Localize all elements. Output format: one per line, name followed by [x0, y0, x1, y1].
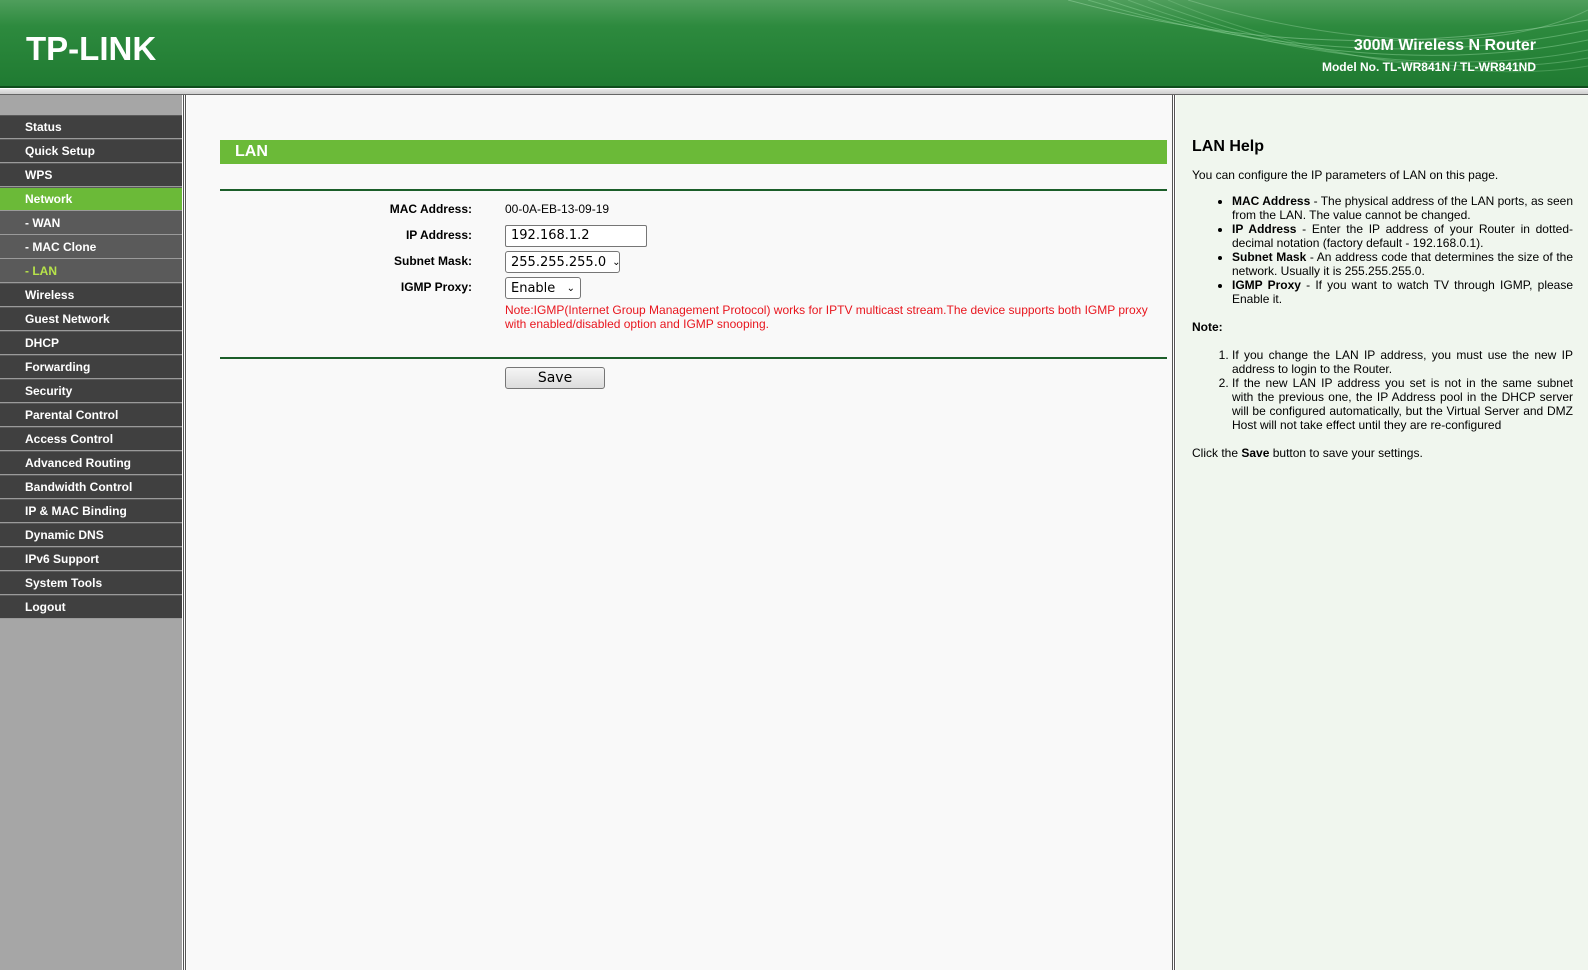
sidebar-item-ipv6-support[interactable]: IPv6 Support	[0, 547, 182, 571]
sidebar-item-logout[interactable]: Logout	[0, 595, 182, 619]
sidebar-item-security[interactable]: Security	[0, 379, 182, 403]
sidebar-item-system-tools[interactable]: System Tools	[0, 571, 182, 595]
sidebar-item-bandwidth-control[interactable]: Bandwidth Control	[0, 475, 182, 499]
mac-address-value: 00-0A-EB-13-09-19	[505, 202, 610, 216]
sidebar-item-dhcp[interactable]: DHCP	[0, 331, 182, 355]
help-note-item: If the new LAN IP address you set is not…	[1232, 376, 1573, 432]
sidebar-item-ip-mac-binding[interactable]: IP & MAC Binding	[0, 499, 182, 523]
sidebar-item-lan[interactable]: - LAN	[0, 259, 182, 283]
subnet-mask-selected-value: 255.255.255.0	[511, 254, 607, 270]
tp-link-logo: TP-LINK	[26, 30, 157, 67]
help-bullet-list: MAC Address - The physical address of th…	[1192, 194, 1573, 306]
subnet-mask-label: Subnet Mask:	[393, 254, 472, 268]
subnet-mask-select[interactable]: 255.255.255.0 ⌄	[505, 251, 621, 273]
sidebar-item-dynamic-dns[interactable]: Dynamic DNS	[0, 523, 182, 547]
igmp-note: Note:IGMP(Internet Group Management Prot…	[505, 303, 1148, 331]
bottom-divider	[220, 357, 1167, 359]
sidebar-item-wireless[interactable]: Wireless	[0, 283, 182, 307]
help-title: LAN Help	[1192, 138, 1264, 155]
help-bullet-item: MAC Address - The physical address of th…	[1232, 194, 1573, 222]
igmp-proxy-label: IGMP Proxy:	[400, 280, 472, 294]
ip-address-label: IP Address:	[405, 228, 472, 242]
sidebar: Status Quick Setup WPS Network - WAN - M…	[0, 95, 182, 970]
sidebar-item-guest-network[interactable]: Guest Network	[0, 307, 182, 331]
header-banner: TP-LINK 300M Wireless N Router Model No.…	[0, 0, 1588, 88]
sidebar-item-parental-control[interactable]: Parental Control	[0, 403, 182, 427]
chevron-down-icon: ⌄	[612, 256, 621, 268]
ip-address-input[interactable]: 192.168.1.2	[505, 225, 647, 247]
help-bullet-item: IP Address - Enter the IP address of you…	[1232, 222, 1573, 250]
sidebar-item-network[interactable]: Network	[0, 187, 182, 211]
main-content: LAN MAC Address: 00-0A-EB-13-09-19 IP Ad…	[187, 95, 1172, 970]
chevron-down-icon: ⌄	[566, 282, 575, 294]
model-number: Model No. TL-WR841N / TL-WR841ND	[1321, 60, 1536, 74]
help-note-list: If you change the LAN IP address, you mu…	[1192, 348, 1573, 432]
help-bullet-item: Subnet Mask - An address code that deter…	[1232, 250, 1573, 278]
help-footer: Click the Save button to save your setti…	[1192, 446, 1423, 460]
sidebar-item-advanced-routing[interactable]: Advanced Routing	[0, 451, 182, 475]
help-note-title: Note:	[1192, 320, 1223, 334]
mac-address-label: MAC Address:	[389, 202, 472, 216]
header-divider	[0, 86, 1588, 88]
product-name: 300M Wireless N Router	[1353, 37, 1536, 54]
top-divider	[220, 189, 1167, 191]
save-button[interactable]: Save	[505, 367, 605, 389]
sidebar-item-wan[interactable]: - WAN	[0, 211, 182, 235]
sidebar-menu: Status Quick Setup WPS Network - WAN - M…	[0, 115, 182, 619]
sidebar-item-mac-clone[interactable]: - MAC Clone	[0, 235, 182, 259]
igmp-proxy-select[interactable]: Enable ⌄	[505, 277, 581, 299]
help-bullet-item: IGMP Proxy - If you want to watch TV thr…	[1232, 278, 1573, 306]
help-panel: LAN Help You can configure the IP parame…	[1176, 95, 1588, 970]
igmp-proxy-selected-value: Enable	[511, 280, 556, 296]
sidebar-item-quick-setup[interactable]: Quick Setup	[0, 139, 182, 163]
sidebar-item-forwarding[interactable]: Forwarding	[0, 355, 182, 379]
sidebar-frame-border[interactable]	[182, 95, 186, 970]
help-intro: You can configure the IP parameters of L…	[1192, 168, 1499, 182]
help-note-item: If you change the LAN IP address, you mu…	[1232, 348, 1573, 376]
page-title: LAN	[220, 140, 1167, 164]
sidebar-item-wps[interactable]: WPS	[0, 163, 182, 187]
sidebar-item-access-control[interactable]: Access Control	[0, 427, 182, 451]
sidebar-item-status[interactable]: Status	[0, 115, 182, 139]
